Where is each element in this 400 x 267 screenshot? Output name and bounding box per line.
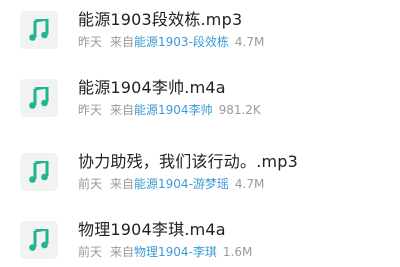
file-date: 前天 xyxy=(78,245,103,259)
file-meta: 昨天 来自能源1903-段效栋 4.7M xyxy=(78,33,264,50)
file-size: 1.6M xyxy=(222,245,253,259)
file-meta: 前天 来自能源1904-游梦瑶 4.7M xyxy=(78,175,264,192)
file-date: 前天 xyxy=(78,177,103,191)
file-size: 4.7M xyxy=(234,35,265,49)
file-item[interactable]: 协力助残，我们该行动。.mp3 前天 来自能源1904-游梦瑶 4.7M xyxy=(0,146,400,208)
file-source-link[interactable]: 能源1904李帅 xyxy=(134,103,213,117)
file-source-link[interactable]: 能源1903-段效栋 xyxy=(134,35,229,49)
music-file-icon xyxy=(20,221,58,259)
file-item[interactable]: 能源1904李帅.m4a 昨天 来自能源1904李帅 981.2K xyxy=(0,72,400,134)
file-source-link[interactable]: 能源1904-游梦瑶 xyxy=(134,177,229,191)
file-name: 物理1904李琪.m4a xyxy=(78,220,226,239)
file-item[interactable]: 物理1904李琪.m4a 前天 来自物理1904-李琪 1.6M xyxy=(0,214,400,267)
file-name: 能源1904李帅.m4a xyxy=(78,78,226,97)
music-file-icon xyxy=(20,11,58,49)
file-list: 能源1903段效栋.mp3 昨天 来自能源1903-段效栋 4.7M 能源1904李… xyxy=(0,0,400,267)
music-note-icon xyxy=(29,161,49,183)
file-date: 昨天 xyxy=(78,103,103,117)
from-label: 来自 xyxy=(110,177,135,191)
file-source-link[interactable]: 物理1904-李琪 xyxy=(134,245,217,259)
music-note-icon xyxy=(29,87,49,109)
file-name: 能源1903段效栋.mp3 xyxy=(78,10,243,29)
music-note-icon xyxy=(29,19,49,41)
music-file-icon xyxy=(20,79,58,117)
file-size: 4.7M xyxy=(234,177,265,191)
file-size: 981.2K xyxy=(218,103,261,117)
file-meta: 昨天 来自能源1904李帅 981.2K xyxy=(78,101,261,118)
file-name: 协力助残，我们该行动。.mp3 xyxy=(78,152,299,171)
from-label: 来自 xyxy=(110,35,135,49)
file-item[interactable]: 能源1903段效栋.mp3 昨天 来自能源1903-段效栋 4.7M xyxy=(0,4,400,66)
from-label: 来自 xyxy=(110,245,135,259)
from-label: 来自 xyxy=(110,103,135,117)
music-note-icon xyxy=(29,229,49,251)
music-file-icon xyxy=(20,153,58,191)
file-meta: 前天 来自物理1904-李琪 1.6M xyxy=(78,243,252,260)
file-date: 昨天 xyxy=(78,35,103,49)
